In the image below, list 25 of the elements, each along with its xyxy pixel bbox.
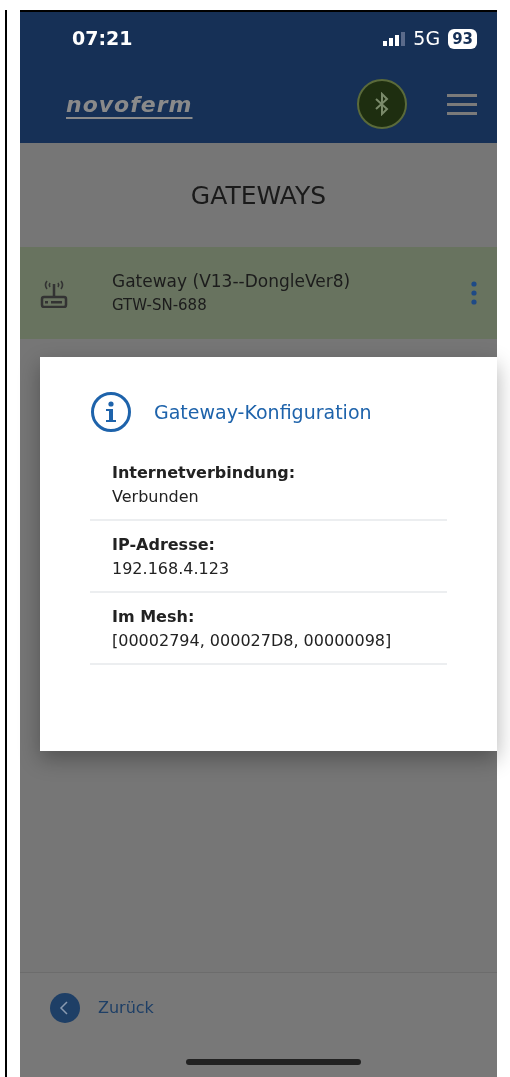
dialog-title: Gateway-Konfiguration — [154, 399, 372, 425]
field-label: Im Mesh: — [112, 606, 196, 628]
page-title: GATEWAYS — [189, 180, 328, 212]
field-value: [00002794, 000027D8, 00000098] — [112, 630, 393, 652]
back-button[interactable]: Zurück — [50, 993, 154, 1023]
gateway-name: Gateway (V13--DongleVer8) — [112, 269, 352, 293]
field-value: 192.168.4.123 — [112, 558, 231, 580]
bluetooth-button[interactable] — [357, 79, 407, 129]
more-button[interactable] — [471, 280, 477, 305]
gateway-serial: GTW-SN-688 — [112, 295, 208, 316]
menu-button[interactable] — [447, 92, 477, 116]
brand-logo: novoferm — [66, 90, 193, 119]
menu-icon — [447, 93, 477, 116]
field-value: Verbunden — [112, 486, 200, 508]
field-label: IP-Adresse: — [112, 534, 216, 556]
battery-indicator: 93 — [448, 28, 477, 49]
back-icon — [50, 993, 80, 1023]
bluetooth-icon — [375, 92, 389, 116]
network-label: 5G — [413, 26, 441, 52]
signal-icon — [383, 31, 406, 46]
info-icon — [90, 391, 132, 433]
more-icon — [471, 280, 477, 305]
gateway-row[interactable]: Gateway (V13--DongleVer8) GTW-SN-688 — [20, 246, 497, 339]
status-time: 07:21 — [72, 26, 133, 52]
field-label: Internetverbindung: — [112, 462, 297, 484]
